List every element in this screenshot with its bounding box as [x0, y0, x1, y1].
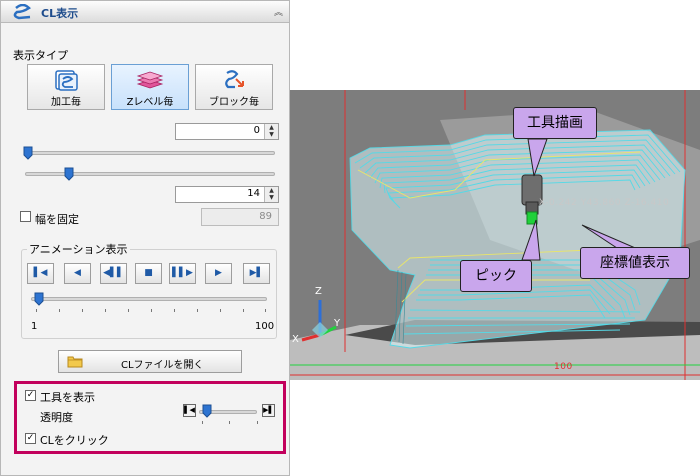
open-cl-file-button[interactable]: CLファイルを開く [58, 350, 242, 373]
transparency-max-button[interactable]: ▶▌ [262, 404, 275, 417]
3d-viewport[interactable]: X-0.242 Y43.860 Z-16.410 100 Z X Y 工具描画 … [290, 90, 700, 380]
transparency-slider-thumb[interactable] [202, 404, 212, 418]
step-forward-icon: ▌▌▶ [172, 268, 193, 278]
pick-callout: ピック [460, 260, 532, 292]
transparency-label: 透明度 [40, 411, 73, 424]
last-frame-button[interactable]: ▶▌ [243, 263, 270, 284]
previous-icon: ◀ [74, 268, 81, 278]
level-end-slider-track[interactable] [25, 172, 275, 176]
level-start-value: 0 [253, 125, 260, 136]
fix-width-value: 89 [201, 208, 279, 226]
coord-display-callout: 座標値表示 [580, 247, 690, 279]
app-logo-icon [13, 4, 31, 20]
last-frame-icon: ▶▌ [249, 268, 264, 278]
play-button[interactable]: ▶ [205, 263, 232, 284]
level-start-slider-track[interactable] [25, 151, 275, 155]
animation-slider-ticks [36, 309, 266, 312]
folder-icon [67, 356, 83, 368]
step-back-button[interactable]: ◀▌▌ [100, 263, 127, 284]
type-button-label: ブロック毎 [209, 97, 259, 108]
click-cl-label: CLをクリック [40, 434, 109, 447]
level-start-spinbox[interactable]: 0 ▲ ▼ [175, 123, 279, 140]
step-forward-button[interactable]: ▌▌▶ [169, 263, 196, 284]
animation-group-label: アニメーション表示 [27, 241, 130, 257]
spin-arrows[interactable]: ▲ ▼ [264, 124, 278, 139]
animation-slider-track[interactable] [31, 297, 267, 301]
type-button-per-operation[interactable]: 加工毎 [27, 64, 105, 110]
spin-arrows[interactable]: ▲ ▼ [264, 187, 278, 202]
type-button-per-block[interactable]: ブロック毎 [195, 64, 273, 110]
tool-draw-callout: 工具描画 [513, 107, 597, 139]
animation-slider-thumb[interactable] [34, 292, 44, 306]
fix-width-checkbox[interactable] [20, 211, 31, 222]
open-cl-file-label: CLファイルを開く [121, 360, 204, 371]
animation-max-label: 100 [255, 321, 275, 332]
viewport-scene [290, 90, 700, 380]
previous-button[interactable]: ◀ [64, 263, 91, 284]
click-cl-checkbox[interactable]: ✓ [25, 433, 36, 444]
first-frame-button[interactable]: ▌◀ [27, 263, 54, 284]
type-button-per-z-level[interactable]: Zレベル毎 [111, 64, 189, 110]
fix-width-label: 幅を固定 [35, 213, 79, 226]
per-operation-icon [55, 70, 78, 91]
type-button-label: 加工毎 [51, 97, 81, 108]
display-type-label: 表示タイプ [13, 49, 68, 62]
axis-x-label: X [292, 334, 300, 345]
play-icon: ▶ [215, 268, 222, 278]
stop-button[interactable]: ■ [135, 263, 162, 284]
per-block-icon [225, 70, 244, 89]
type-button-label: Zレベル毎 [126, 97, 174, 108]
axis-y-label: Y [334, 318, 341, 329]
transparency-min-button[interactable]: ▌◀ [183, 404, 196, 417]
level-end-spinbox[interactable]: 14 ▲ ▼ [175, 186, 279, 203]
panel-title: CL表示 [41, 7, 79, 20]
transparency-slider-ticks [202, 421, 258, 424]
coordinate-readout: X-0.242 Y43.860 Z-16.410 [539, 198, 670, 208]
level-start-slider-thumb[interactable] [23, 146, 33, 160]
collapse-icon[interactable]: ︽ [274, 5, 283, 18]
axis-z-label: Z [315, 286, 323, 297]
stop-icon: ■ [144, 268, 153, 278]
cl-display-panel: CL表示 ︽ 表示タイプ 加工毎 Zレベル毎 ブロック毎 0 ▲ ▼ 14 ▲ … [0, 0, 290, 476]
show-tool-label: 工具を表示 [40, 391, 95, 404]
first-frame-icon: ▌◀ [33, 268, 48, 278]
z-level-layers-icon [136, 71, 164, 89]
animation-min-label: 1 [31, 321, 38, 332]
step-back-icon: ◀▌▌ [103, 268, 124, 278]
level-end-slider-thumb[interactable] [64, 167, 74, 181]
level-end-value: 14 [247, 188, 260, 199]
grid-label: 100 [554, 362, 573, 372]
panel-header[interactable]: CL表示 ︽ [1, 1, 289, 23]
show-tool-checkbox[interactable]: ✓ [25, 390, 36, 401]
